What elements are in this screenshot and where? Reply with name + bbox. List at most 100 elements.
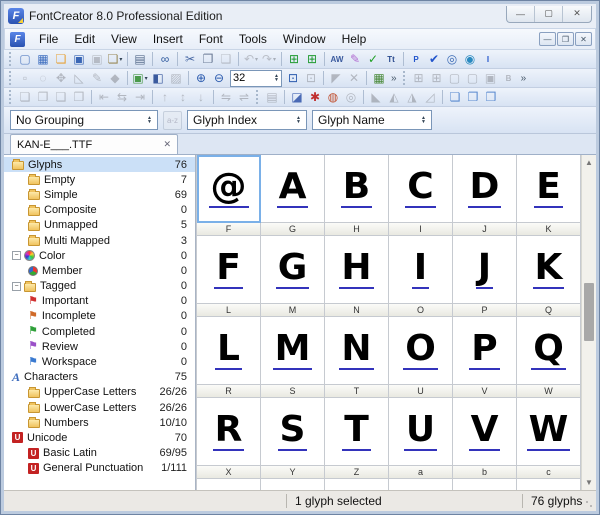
eraser-icon[interactable]: ◪: [288, 89, 306, 106]
save-icon[interactable]: ▣: [70, 51, 88, 68]
glyph-cell-P[interactable]: J: [453, 236, 517, 304]
rotate-ring-icon[interactable]: ◎: [342, 89, 360, 106]
glyph-cell-O[interactable]: I: [389, 236, 453, 304]
menu-view[interactable]: View: [103, 30, 145, 48]
show-guidelines-icon[interactable]: ▢: [446, 70, 464, 87]
glyph-cell-U[interactable]: O: [389, 317, 453, 385]
menu-tools[interactable]: Tools: [231, 30, 275, 48]
send-to-back-icon[interactable]: ❐: [34, 89, 52, 106]
contour-tool-icon[interactable]: ◺: [70, 70, 88, 87]
menu-font[interactable]: Font: [191, 30, 231, 48]
sort-secondary-select[interactable]: Glyph Name ▲ ▼: [312, 110, 432, 130]
new-document-icon[interactable]: ▢: [16, 51, 34, 68]
glyph-cell-J[interactable]: D: [453, 155, 517, 223]
toolbar-grip[interactable]: [256, 90, 260, 104]
glyph-cell-L[interactable]: F: [197, 236, 261, 304]
scrollbar-track[interactable]: [582, 170, 596, 475]
glyph-cell-H[interactable]: B: [325, 155, 389, 223]
resize-grip[interactable]: [585, 500, 594, 509]
redo-icon[interactable]: ↷ ▾: [260, 51, 278, 68]
bring-to-front-icon[interactable]: ❏: [16, 89, 34, 106]
undo-icon[interactable]: ↶ ▾: [242, 51, 260, 68]
overflow-chevron-icon[interactable]: »: [391, 73, 397, 84]
tree-item-color[interactable]: − Color 0: [4, 248, 195, 263]
rotate-3d-icon[interactable]: ◍: [324, 89, 342, 106]
tree-item-unmapped[interactable]: Unmapped 5: [4, 218, 195, 233]
spinner-icon[interactable]: ▲ ▼: [296, 116, 301, 125]
scrollbar-thumb[interactable]: [584, 282, 594, 341]
tree-item-member[interactable]: Member 0: [4, 263, 195, 278]
test-font-icon[interactable]: Tt: [382, 51, 400, 68]
show-grid-icon[interactable]: ⊞: [410, 70, 428, 87]
preview-icon[interactable]: P: [407, 51, 425, 68]
toolbar-grip[interactable]: [9, 71, 13, 85]
toolbar-grip[interactable]: [402, 71, 407, 85]
glyph-cell-Y[interactable]: S: [261, 398, 325, 466]
insert-characters-icon[interactable]: ⊞: [285, 51, 303, 68]
tree-item-review[interactable]: ⚑ Review 0: [4, 339, 195, 354]
menu-help[interactable]: Help: [334, 30, 375, 48]
zoom-out-icon[interactable]: ⊖: [210, 70, 228, 87]
glyph-cell-W[interactable]: Q: [517, 317, 581, 385]
weld-exclude-icon[interactable]: ❒: [482, 89, 500, 106]
overflow-chevron-icon[interactable]: »: [521, 73, 527, 84]
menu-window[interactable]: Window: [275, 30, 334, 48]
glyph-cell-S[interactable]: M: [261, 317, 325, 385]
bring-forward-icon[interactable]: ❑: [52, 89, 70, 106]
find-icon[interactable]: ∞: [156, 51, 174, 68]
tree-item-glyphs[interactable]: Glyphs 76: [4, 157, 195, 173]
vertical-scrollbar[interactable]: ▲ ▼: [581, 155, 596, 490]
grouping-select[interactable]: No Grouping ▲ ▼: [10, 110, 158, 130]
export-font-icon[interactable]: ❏ ▾: [106, 51, 124, 68]
glyph-properties-icon[interactable]: ▤: [263, 89, 281, 106]
glyph-cell-R[interactable]: L: [197, 317, 261, 385]
scroll-up-icon[interactable]: ▲: [582, 155, 596, 170]
validate-icon[interactable]: ✔: [425, 51, 443, 68]
tree-item-characters[interactable]: A Characters 75: [4, 370, 195, 385]
align-center-icon[interactable]: ⇆: [113, 89, 131, 106]
minimize-button[interactable]: —: [507, 5, 535, 22]
title-bar[interactable]: F FontCreator 8.0 Professional Edition —…: [4, 4, 596, 28]
glyph-transformer-icon[interactable]: ✎: [346, 51, 364, 68]
flip-horizontal-icon[interactable]: ◭: [385, 89, 403, 106]
spinner-icon[interactable]: ▲ ▼: [421, 116, 426, 125]
send-backward-icon[interactable]: ❒: [70, 89, 88, 106]
glyph-cell-c[interactable]: W: [517, 398, 581, 466]
autometrics-icon[interactable]: AW: [328, 51, 346, 68]
maximize-button[interactable]: ▢: [535, 5, 563, 22]
zoom-in-icon[interactable]: ⊕: [192, 70, 210, 87]
menu-edit[interactable]: Edit: [66, 30, 103, 48]
glyph-cell-a[interactable]: U: [389, 398, 453, 466]
toggle-contrast-icon[interactable]: ◧: [149, 70, 167, 87]
glyph-cell-K[interactable]: E: [517, 155, 581, 223]
zoom-level-input[interactable]: 32 ▲ ▼: [230, 69, 282, 87]
tree-item-uppercase-letters[interactable]: UpperCase Letters 26/26: [4, 385, 195, 400]
web-preview-icon[interactable]: ◉: [461, 51, 479, 68]
tree-item-multi-mapped[interactable]: Multi Mapped 3: [4, 233, 195, 248]
grid-options-icon[interactable]: ⊞: [428, 70, 446, 87]
align-middle-icon[interactable]: ↕: [174, 89, 192, 106]
tree-item-important[interactable]: ⚑ Important 0: [4, 294, 195, 309]
compare-fonts-icon[interactable]: ◎: [443, 51, 461, 68]
smart-snap-icon[interactable]: ▣: [482, 70, 500, 87]
tree-item-completed[interactable]: ⚑ Completed 0: [4, 324, 195, 339]
overlap-icon[interactable]: ✱: [306, 89, 324, 106]
save-all-icon[interactable]: ▣: [88, 51, 106, 68]
glyph-cell-N[interactable]: H: [325, 236, 389, 304]
fill-tool-icon[interactable]: ◆: [106, 70, 124, 87]
scroll-down-icon[interactable]: ▼: [582, 475, 596, 490]
glyph-cell-V[interactable]: P: [453, 317, 517, 385]
spinner-icon[interactable]: ▲ ▼: [147, 116, 152, 125]
glyph-cell-Q[interactable]: K: [517, 236, 581, 304]
select-rectangle-icon[interactable]: ▫: [16, 70, 34, 87]
tree-item-incomplete[interactable]: ⚑ Incomplete 0: [4, 309, 195, 324]
glyph-cell-I[interactable]: C: [389, 155, 453, 223]
align-left-icon[interactable]: ⇤: [95, 89, 113, 106]
glyph-cell-T[interactable]: N: [325, 317, 389, 385]
contour-select-icon[interactable]: ✕: [345, 70, 363, 87]
distribute-h-icon[interactable]: ⇋: [217, 89, 235, 106]
mdi-close-button[interactable]: ✕: [575, 32, 592, 46]
sort-order-button[interactable]: a-z: [163, 110, 182, 130]
document-icon[interactable]: F: [10, 31, 25, 47]
copy-icon[interactable]: ❐: [199, 51, 217, 68]
